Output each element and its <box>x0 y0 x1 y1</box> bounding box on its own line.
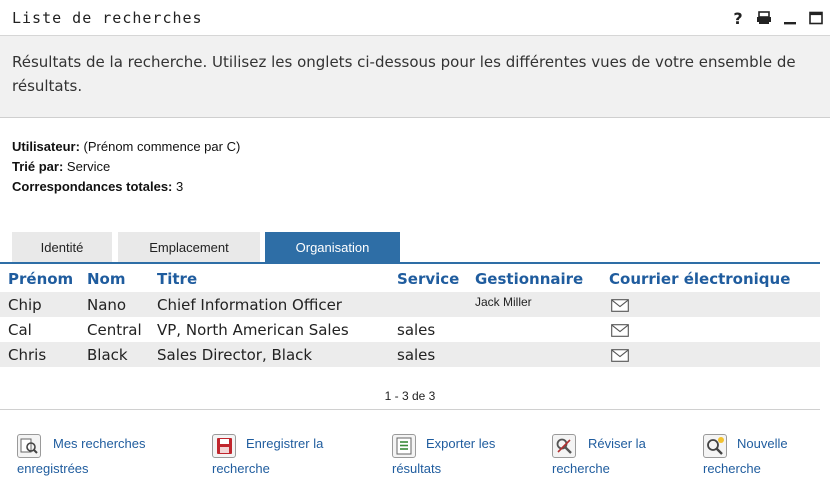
column-header-first-name[interactable]: Prénom <box>0 266 79 292</box>
description-box: Résultats de la recherche. Utilisez les … <box>0 36 830 118</box>
envelope-icon[interactable] <box>611 298 629 312</box>
tab-emplacement[interactable]: Emplacement <box>118 232 260 263</box>
saved-searches-label-line2: enregistrées <box>17 461 89 476</box>
print-icon[interactable] <box>756 8 772 28</box>
save-search-label-line2: recherche <box>212 461 270 476</box>
saved-searches-icon <box>17 434 41 458</box>
saved-searches-label-line1: Mes recherches <box>53 436 146 451</box>
column-header-email[interactable]: Courrier électronique <box>601 266 820 292</box>
column-header-manager[interactable]: Gestionnaire <box>467 266 601 292</box>
cell-manager[interactable] <box>467 317 601 342</box>
search-list-portlet: Liste de recherches ? Résultats de la re… <box>0 0 830 491</box>
save-icon <box>212 434 236 458</box>
criteria-sort: Trié par: Service <box>12 157 240 177</box>
portlet-title: Liste de recherches <box>12 9 203 27</box>
criteria-sort-value: Service <box>66 159 111 174</box>
export-results-label-line2: résultats <box>392 461 442 476</box>
table-header-row: Prénom Nom Titre Service Gestionnaire Co… <box>0 266 820 292</box>
cell-email <box>601 342 820 367</box>
cell-last-name: Nano <box>79 292 149 317</box>
revise-search-label-line2: recherche <box>552 461 610 476</box>
cell-title: Sales Director, Black <box>149 342 389 367</box>
window-controls: ? <box>730 5 824 31</box>
search-criteria: Utilisateur: (Prénom commence par C) Tri… <box>12 137 240 197</box>
divider <box>0 409 820 410</box>
tab-identite[interactable]: Identité <box>12 232 112 263</box>
results-table: Prénom Nom Titre Service Gestionnaire Co… <box>0 266 820 367</box>
export-icon <box>392 434 416 458</box>
cell-first-name: Cal <box>0 317 79 342</box>
revise-icon <box>552 434 576 458</box>
envelope-icon[interactable] <box>611 348 629 362</box>
help-icon[interactable]: ? <box>730 8 746 28</box>
new-search-label-line1: Nouvelle <box>737 436 788 451</box>
maximize-icon[interactable] <box>808 8 824 28</box>
tab-underline <box>0 262 820 264</box>
title-bar: Liste de recherches ? <box>0 0 830 36</box>
cell-email <box>601 292 820 317</box>
cell-manager[interactable] <box>467 342 601 367</box>
criteria-sort-label: Trié par: <box>12 159 64 174</box>
cell-service: sales <box>389 342 467 367</box>
tab-organisation[interactable]: Organisation <box>265 232 400 263</box>
criteria-total-value: 3 <box>176 179 184 194</box>
table-row[interactable]: Cal Central VP, North American Sales sal… <box>0 317 820 342</box>
criteria-user-label: Utilisateur: <box>12 139 80 154</box>
cell-first-name: Chris <box>0 342 79 367</box>
column-header-title[interactable]: Titre <box>149 266 389 292</box>
cell-service: sales <box>389 317 467 342</box>
cell-service <box>389 292 467 317</box>
save-search-label-line1: Enregistrer la <box>246 436 324 451</box>
cell-title: VP, North American Sales <box>149 317 389 342</box>
description-text: Résultats de la recherche. Utilisez les … <box>12 53 796 95</box>
cell-last-name: Central <box>79 317 149 342</box>
export-results-label-line1: Exporter les <box>426 436 496 451</box>
table-row[interactable]: Chris Black Sales Director, Black sales <box>0 342 820 367</box>
column-header-last-name[interactable]: Nom <box>79 266 149 292</box>
criteria-user: Utilisateur: (Prénom commence par C) <box>12 137 240 157</box>
criteria-user-value: (Prénom commence par C) <box>83 139 241 154</box>
envelope-icon[interactable] <box>611 323 629 337</box>
column-header-service[interactable]: Service <box>389 266 467 292</box>
cell-manager[interactable]: Jack Miller <box>467 292 601 317</box>
cell-first-name: Chip <box>0 292 79 317</box>
cell-last-name: Black <box>79 342 149 367</box>
revise-search-label-line1: Réviser la <box>588 436 646 451</box>
criteria-total-label: Correspondances totales: <box>12 179 173 194</box>
cell-email <box>601 317 820 342</box>
action-bar: Mes recherches enregistrées Enregistrer … <box>0 431 830 491</box>
criteria-total: Correspondances totales: 3 <box>12 177 240 197</box>
minimize-icon[interactable] <box>782 8 798 28</box>
pagination-info: 1 - 3 de 3 <box>384 389 436 403</box>
new-search-icon <box>703 434 727 458</box>
table-row[interactable]: Chip Nano Chief Information Officer Jack… <box>0 292 820 317</box>
new-search-label-line2: recherche <box>703 461 761 476</box>
cell-title: Chief Information Officer <box>149 292 389 317</box>
